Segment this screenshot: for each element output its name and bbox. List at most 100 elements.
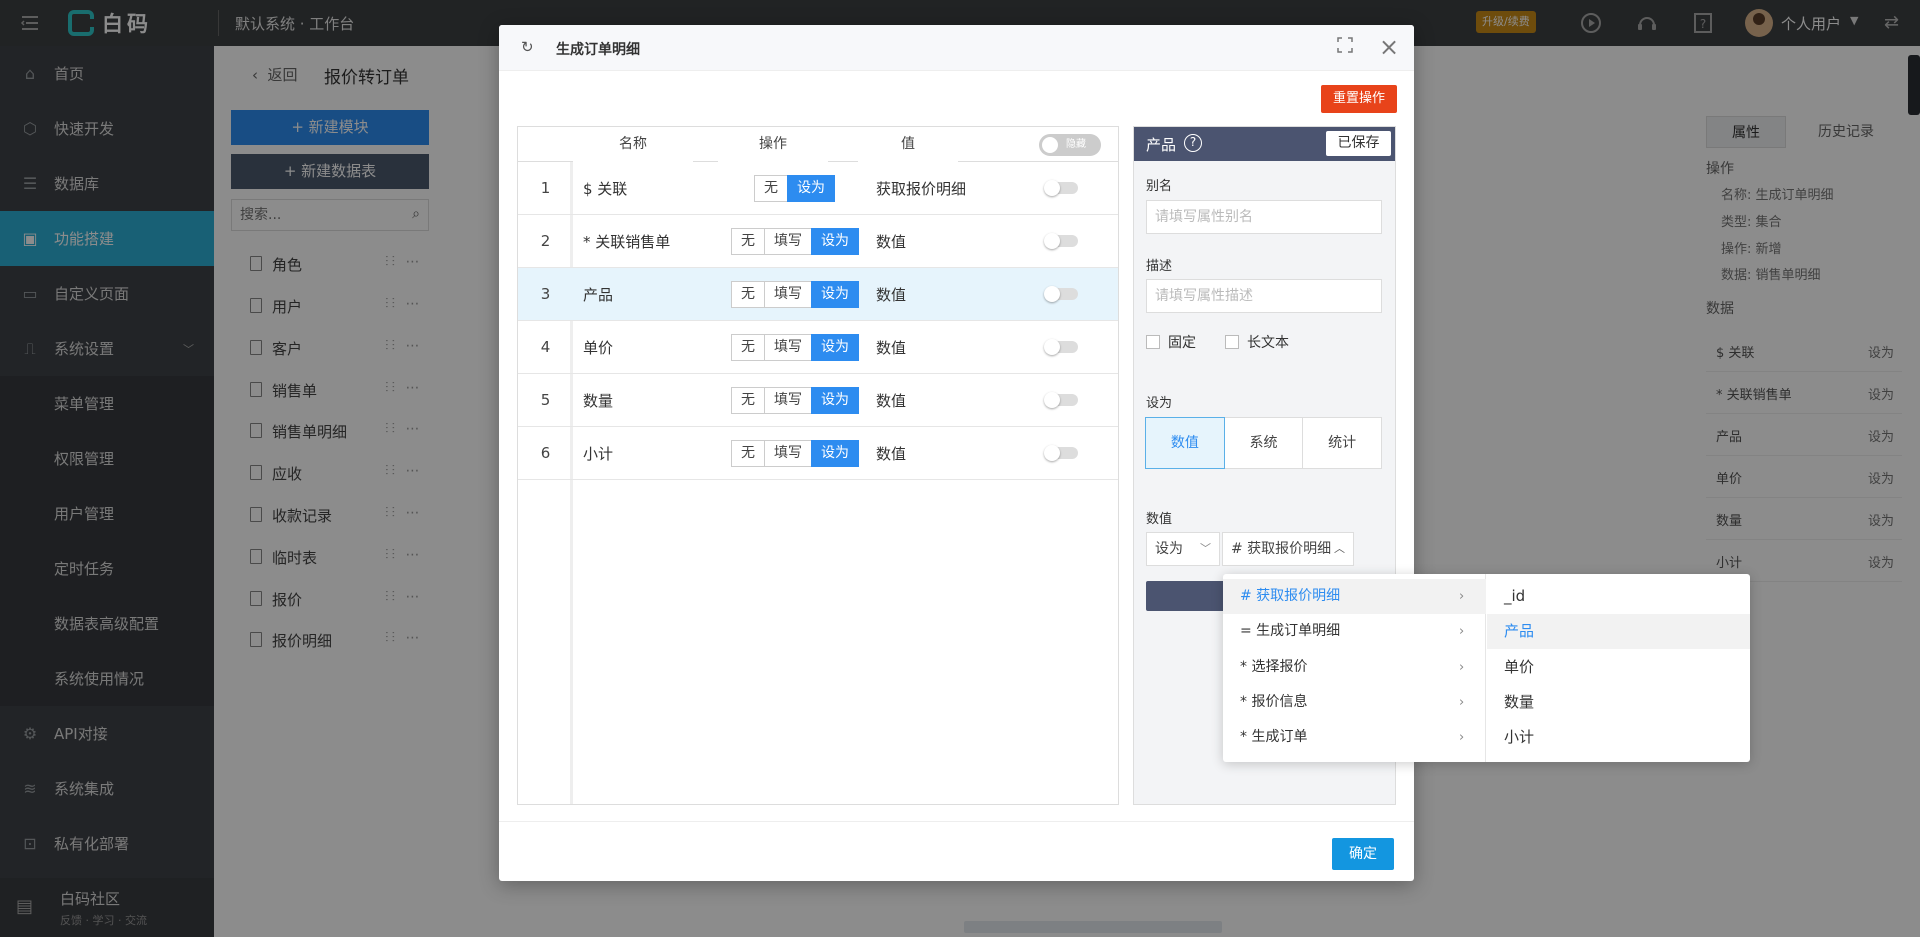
table-row[interactable]: 1 $ 关联 无 设为 获取报价明细 bbox=[518, 162, 1118, 215]
close-icon[interactable]: × bbox=[1379, 33, 1399, 61]
property-title: 产品 bbox=[1146, 136, 1177, 154]
cascader-field-label: _id bbox=[1504, 587, 1526, 605]
table-row[interactable]: 3 产品 无 填写 设为 数值 bbox=[518, 268, 1118, 321]
op-none-button[interactable]: 无 bbox=[731, 440, 765, 467]
setas-stats-option[interactable]: 统计 bbox=[1302, 417, 1383, 469]
op-setas-button[interactable]: 设为 bbox=[811, 228, 859, 255]
row-toggle[interactable] bbox=[1044, 392, 1078, 408]
chevron-right-icon: › bbox=[1459, 589, 1465, 604]
numval-mode-select[interactable]: 设为 ﹀ bbox=[1146, 532, 1220, 566]
cascader-option-label: * 生成订单 bbox=[1240, 729, 1308, 745]
cascader-option[interactable]: * 生成订单 › bbox=[1223, 720, 1486, 755]
modal-footer: 确定 bbox=[499, 821, 1414, 881]
chevron-right-icon: › bbox=[1459, 660, 1465, 675]
cascader-field-option[interactable]: 小计 bbox=[1487, 720, 1750, 755]
reset-button[interactable]: 重置操作 bbox=[1321, 85, 1397, 113]
row-number: 3 bbox=[540, 285, 551, 303]
setas-label: 设为 bbox=[1146, 396, 1173, 411]
cascader-option-label: # 获取报价明细 bbox=[1240, 588, 1341, 604]
op-none-button[interactable]: 无 bbox=[731, 387, 765, 414]
table-row[interactable]: 5 数量 无 填写 设为 数值 bbox=[518, 374, 1118, 427]
op-fill-button[interactable]: 填写 bbox=[764, 440, 812, 467]
long-text-checkbox[interactable] bbox=[1225, 335, 1239, 349]
row-toggle[interactable] bbox=[1044, 286, 1078, 302]
refresh-icon[interactable]: ↻ bbox=[521, 38, 534, 56]
chevron-up-icon: ︿ bbox=[1331, 533, 1345, 565]
panel-action-button[interactable] bbox=[1146, 581, 1226, 611]
op-none-button[interactable]: 无 bbox=[754, 175, 788, 202]
row-toggle[interactable] bbox=[1044, 233, 1078, 249]
alias-input[interactable]: 请填写属性别名 bbox=[1146, 200, 1382, 234]
cascader-option[interactable]: * 选择报价 › bbox=[1223, 650, 1486, 685]
row-toggle[interactable] bbox=[1044, 339, 1078, 355]
row-number: 2 bbox=[540, 232, 551, 250]
modal-header: ↻ 生成订单明细 × bbox=[499, 25, 1414, 71]
setas-options: 数值 系统 统计 bbox=[1145, 417, 1383, 469]
chevron-down-icon: ﹀ bbox=[1200, 542, 1211, 555]
cascader-option-label: * 报价信息 bbox=[1240, 694, 1308, 710]
operation-group: 无 设为 bbox=[754, 175, 835, 202]
desc-label: 描述 bbox=[1146, 259, 1173, 274]
row-value: 获取报价明细 bbox=[876, 180, 967, 198]
cascader-option-label: = 生成订单明细 bbox=[1240, 623, 1341, 639]
cascader-field-label: 小计 bbox=[1504, 728, 1535, 746]
op-fill-button[interactable]: 填写 bbox=[764, 281, 812, 308]
row-toggle[interactable] bbox=[1044, 445, 1078, 461]
cascader-field-option[interactable]: 数量 bbox=[1487, 685, 1750, 720]
op-setas-button[interactable]: 设为 bbox=[811, 281, 859, 308]
op-setas-button[interactable]: 设为 bbox=[811, 440, 859, 467]
confirm-button[interactable]: 确定 bbox=[1332, 838, 1394, 870]
row-name: 数量 bbox=[583, 392, 614, 410]
operation-group: 无 填写 设为 bbox=[731, 281, 859, 308]
cascader-option-label: * 选择报价 bbox=[1240, 659, 1308, 675]
cascader-field-option[interactable]: 单价 bbox=[1487, 650, 1750, 685]
cascader-option[interactable]: * 报价信息 › bbox=[1223, 685, 1486, 720]
fixed-checkbox[interactable] bbox=[1146, 335, 1160, 349]
row-value: 数值 bbox=[876, 392, 907, 410]
horizontal-scrollbar[interactable] bbox=[964, 921, 1222, 933]
table-row[interactable]: 2 * 关联销售单 无 填写 设为 数值 bbox=[518, 215, 1118, 268]
op-fill-button[interactable]: 填写 bbox=[764, 228, 812, 255]
cascader-field-option[interactable]: 产品 bbox=[1487, 614, 1750, 649]
table-row[interactable]: 6 小计 无 填写 设为 数值 bbox=[518, 427, 1118, 480]
saved-button[interactable]: 已保存 bbox=[1326, 131, 1391, 156]
op-none-button[interactable]: 无 bbox=[731, 334, 765, 361]
chevron-right-icon: › bbox=[1459, 730, 1465, 745]
cascader-level-1: # 获取报价明细 › = 生成订单明细 › * 选择报价 › * 报价信息 › * 生成… bbox=[1223, 574, 1486, 762]
cascader-option[interactable]: = 生成订单明细 › bbox=[1223, 614, 1486, 649]
row-number: 4 bbox=[540, 338, 551, 356]
op-none-button[interactable]: 无 bbox=[731, 281, 765, 308]
desc-input[interactable]: 请填写属性描述 bbox=[1146, 279, 1382, 313]
row-name: 小计 bbox=[583, 445, 614, 463]
setas-system-option[interactable]: 系统 bbox=[1223, 417, 1304, 469]
row-number: 6 bbox=[540, 444, 551, 462]
setas-value-option[interactable]: 数值 bbox=[1145, 417, 1225, 469]
cascader-level-2: _id 产品 单价 数量 小计 bbox=[1487, 574, 1750, 762]
operation-group: 无 填写 设为 bbox=[731, 334, 859, 361]
op-setas-button[interactable]: 设为 bbox=[811, 387, 859, 414]
op-setas-button[interactable]: 设为 bbox=[811, 334, 859, 361]
expand-icon[interactable] bbox=[1337, 37, 1353, 58]
field-table: 名称 操作 值 隐藏 1 $ 关联 无 设为 获取报价明细 2 * 关联销售单 … bbox=[517, 126, 1119, 805]
header-name: 名称 bbox=[573, 127, 693, 162]
hide-all-toggle[interactable]: 隐藏 bbox=[1039, 134, 1101, 156]
cascader-option[interactable]: # 获取报价明细 › bbox=[1223, 579, 1486, 614]
numval-label: 数值 bbox=[1146, 512, 1173, 527]
operation-group: 无 填写 设为 bbox=[731, 228, 859, 255]
operation-group: 无 填写 设为 bbox=[731, 440, 859, 467]
header-operation: 操作 bbox=[718, 127, 828, 162]
row-value: 数值 bbox=[876, 233, 907, 251]
op-setas-button[interactable]: 设为 bbox=[787, 175, 835, 202]
op-none-button[interactable]: 无 bbox=[731, 228, 765, 255]
modal-title: 生成订单明细 bbox=[556, 42, 640, 58]
row-toggle[interactable] bbox=[1044, 180, 1078, 196]
help-icon[interactable]: ? bbox=[1184, 134, 1202, 152]
op-fill-button[interactable]: 填写 bbox=[764, 334, 812, 361]
numval-source-select[interactable]: # 获取报价明细 ︿ bbox=[1222, 532, 1354, 566]
op-fill-button[interactable]: 填写 bbox=[764, 387, 812, 414]
property-header: 产品 ? 已保存 bbox=[1134, 127, 1395, 161]
row-number: 1 bbox=[540, 179, 551, 197]
cascader-field-option[interactable]: _id bbox=[1487, 579, 1750, 614]
long-text-label: 长文本 bbox=[1247, 335, 1289, 351]
table-row[interactable]: 4 单价 无 填写 设为 数值 bbox=[518, 321, 1118, 374]
